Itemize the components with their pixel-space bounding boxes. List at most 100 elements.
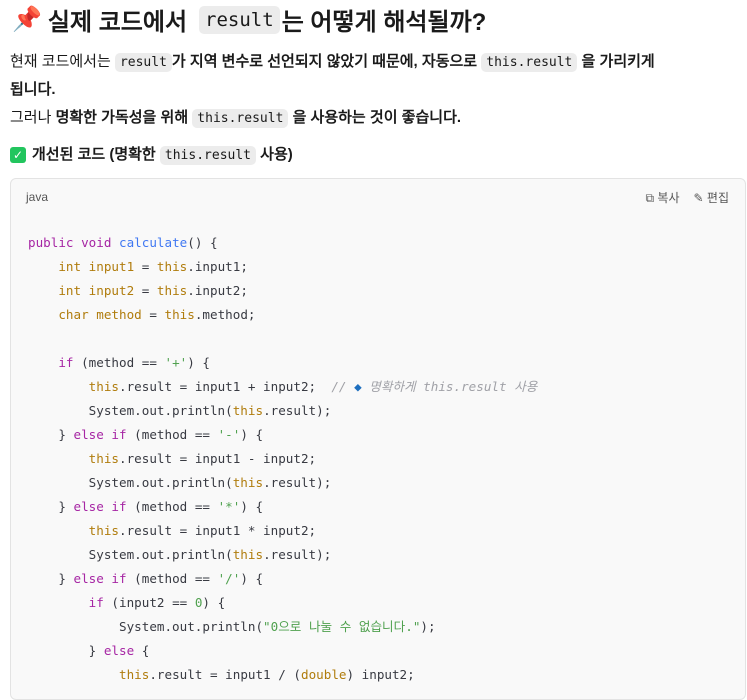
- code-token: else: [103, 643, 135, 658]
- code-line: } else if (method == '/') {: [28, 567, 537, 591]
- code-token: .result);: [263, 475, 332, 490]
- code-line: System.out.println(this.result);: [28, 543, 537, 567]
- code-token: {: [134, 643, 150, 658]
- text: 사용): [260, 146, 293, 163]
- code-token: ) input2;: [346, 667, 415, 682]
- code-line: } else if (method == '*') {: [28, 495, 537, 519]
- paragraph-1-cont: 됩니다.: [10, 81, 56, 98]
- code-token: char method: [28, 307, 142, 322]
- code-line: System.out.println(this.result);: [28, 399, 537, 423]
- bold-text: 명확한 가독성: [55, 109, 143, 126]
- copy-button[interactable]: ⧉ 복사: [645, 189, 679, 206]
- code-line: int input1 = this.input1;: [28, 255, 537, 279]
- code-line: } else {: [28, 639, 537, 663]
- code-token: if: [28, 595, 104, 610]
- code-token: 명확하게 this.result 사용: [361, 379, 538, 394]
- code-line: char method = this.method;: [28, 303, 537, 327]
- code-token: System.out.println(: [28, 403, 233, 418]
- code-line: } else if (method == '-') {: [28, 423, 537, 447]
- code-token: else if: [73, 571, 127, 586]
- inline-code: this.result: [481, 53, 578, 72]
- code-token: this: [28, 667, 150, 682]
- code-token: if: [28, 355, 74, 370]
- code-token: }: [28, 643, 104, 658]
- code-token: ) {: [202, 595, 226, 610]
- code-token: System.out.println(: [28, 475, 233, 490]
- code-token: (method ==: [126, 499, 218, 514]
- code-token: }: [28, 499, 74, 514]
- code-token: );: [420, 619, 436, 634]
- paragraph-1: 현재 코드에서는 result 가 지역 변수로 선언되지 않았기 때문에, 자동…: [10, 48, 655, 77]
- code-token: double: [300, 667, 347, 682]
- code-token: (input2 ==: [103, 595, 195, 610]
- code-token: .result);: [263, 547, 332, 562]
- code-token: ) {: [240, 499, 264, 514]
- code-line: if (input2 == 0) {: [28, 591, 537, 615]
- code-token: this: [232, 547, 264, 562]
- code-token: '+': [164, 355, 188, 370]
- text: 그러나: [10, 109, 52, 126]
- paragraph-2: 그러나 명확한 가독성을 위해 this.result 을 사용하는 것이 좋습…: [10, 104, 461, 133]
- code-token: .result);: [263, 403, 332, 418]
- code-token: this: [156, 259, 188, 274]
- code-token: =: [141, 307, 165, 322]
- code-token: else if: [73, 427, 127, 442]
- code-token: .result = input1 - input2;: [119, 451, 317, 466]
- code-line: public void calculate() {: [28, 231, 537, 255]
- code-token: //: [331, 379, 355, 394]
- code-line: this.result = input1 / (double) input2;: [28, 663, 537, 687]
- code-token: ) {: [240, 427, 264, 442]
- code-token: }: [28, 571, 74, 586]
- code-line: int input2 = this.input2;: [28, 279, 537, 303]
- code-token: '/': [217, 571, 241, 586]
- code-line: this.result = input1 - input2;: [28, 447, 537, 471]
- code-token: this: [28, 451, 119, 466]
- code-token: '*': [217, 499, 241, 514]
- code-token: .result = input1 * input2;: [119, 523, 317, 538]
- code-token: "0으로 나눌 수 없습니다.": [263, 619, 421, 634]
- inline-code: this.result: [159, 146, 256, 165]
- code-token: this: [232, 475, 264, 490]
- text: 가 지역 변수로 선언되지 않았기 때문에, 자동으로: [171, 53, 478, 70]
- heading-text: 실제 코드에서: [47, 9, 188, 36]
- code-token: (method ==: [126, 571, 218, 586]
- code-token: }: [28, 427, 74, 442]
- inline-code: result: [199, 5, 280, 34]
- inline-code: result: [114, 53, 172, 72]
- check-icon: ✓: [10, 147, 26, 164]
- code-token: public void: [28, 235, 119, 250]
- copy-icon: ⧉: [645, 191, 655, 205]
- copy-label: 복사: [657, 191, 680, 205]
- edit-label: 편집: [706, 191, 729, 205]
- code-token: =: [134, 283, 157, 298]
- code-line: if (method == '+') {: [28, 351, 537, 375]
- code-token: (method ==: [73, 355, 165, 370]
- text: 을 가리키게: [581, 53, 655, 70]
- code-token: ) {: [240, 571, 264, 586]
- code-token: '-': [217, 427, 241, 442]
- text: 현재 코드에서는: [10, 53, 111, 70]
- edit-icon: ✎: [693, 191, 704, 205]
- code-token: calculate: [119, 235, 188, 250]
- code-token: this: [28, 523, 119, 538]
- code-token: this: [232, 403, 264, 418]
- code-block: java ⧉ 복사 ✎ 편집 public void calculate() {…: [10, 178, 746, 700]
- code-token: () {: [187, 235, 218, 250]
- subheading: ✓ 개선된 코드 (명확한 this.result 사용): [10, 141, 293, 170]
- text: 을 위해: [142, 109, 189, 126]
- code-token: this: [156, 283, 188, 298]
- code-line: this.result = input1 + input2; // ◆ 명확하게…: [28, 375, 538, 399]
- code-token: int input2: [28, 283, 135, 298]
- code-token: .input2;: [187, 283, 248, 298]
- code-token: ) {: [187, 355, 210, 370]
- code-token: System.out.println(: [28, 547, 233, 562]
- heading-text: 는 어떻게 해석될까?: [281, 9, 487, 36]
- edit-button[interactable]: ✎ 편집: [694, 189, 730, 206]
- code-line: System.out.println("0으로 나눌 수 없습니다.");: [28, 615, 537, 639]
- code-token: (method ==: [126, 427, 218, 442]
- code-token: System.out.println(: [28, 619, 264, 634]
- code-token: .input1;: [187, 259, 248, 274]
- code-token: .result = input1 / (: [149, 667, 301, 682]
- pushpin-icon: 📌: [12, 6, 42, 33]
